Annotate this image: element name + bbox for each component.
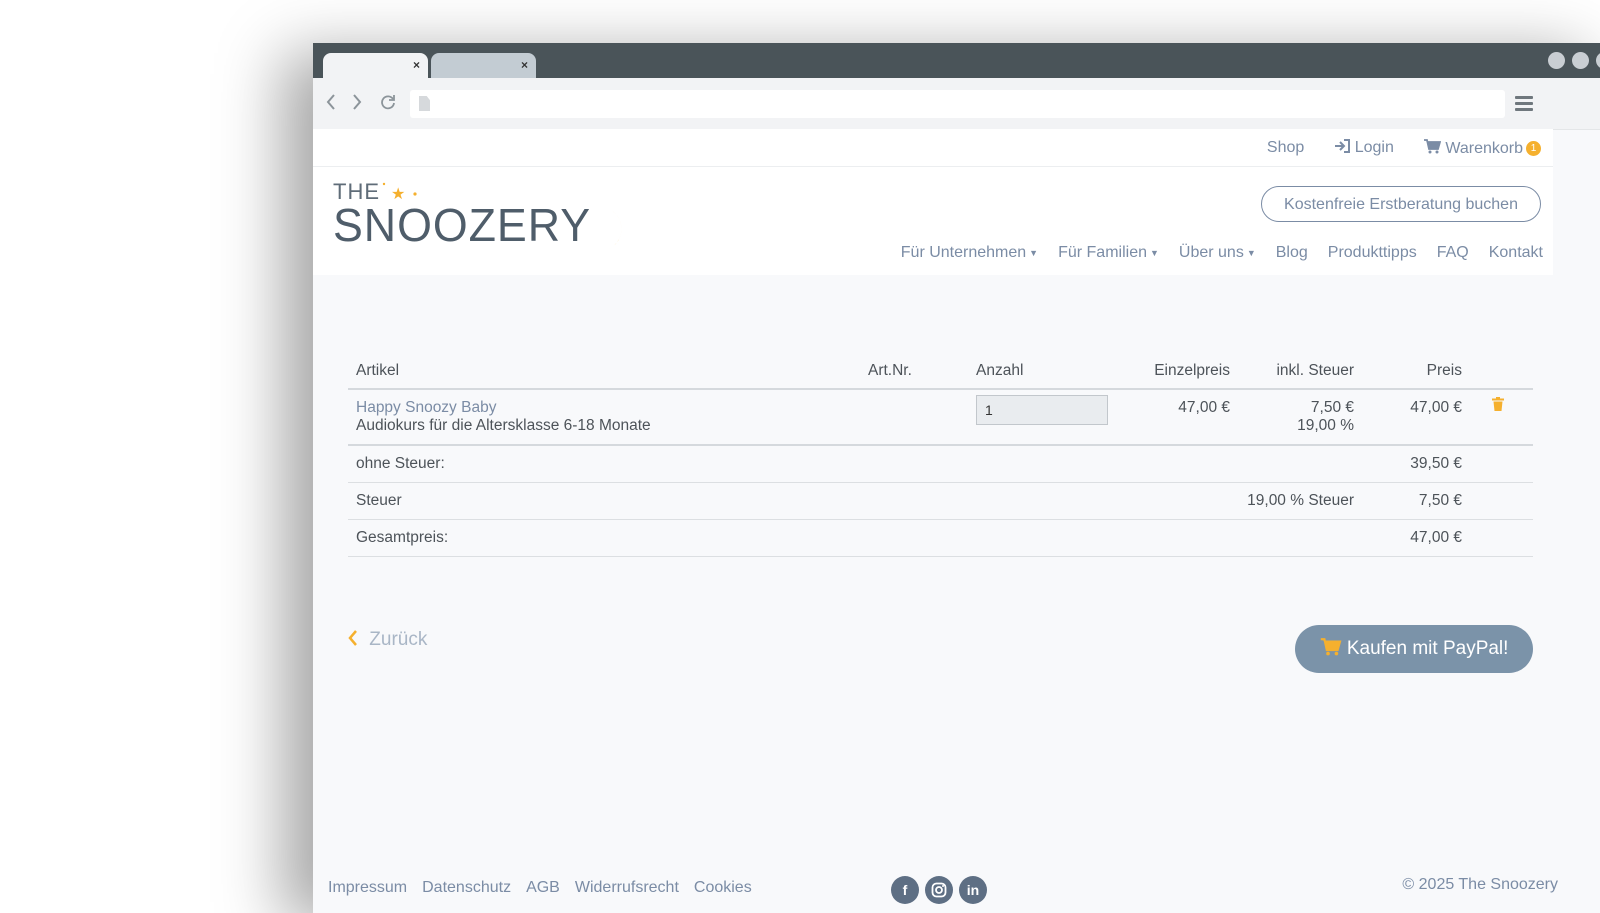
col-preis: Preis (1362, 354, 1470, 390)
nav-faq[interactable]: FAQ (1437, 244, 1469, 262)
nav-familien[interactable]: Für Familien ▼ (1058, 244, 1159, 262)
minimize-button[interactable] (1548, 52, 1565, 69)
item-price: 47,00 € (1362, 389, 1470, 446)
back-arrow-icon[interactable] (325, 93, 337, 115)
col-einzelpreis: Einzelpreis (1118, 354, 1238, 390)
footer-link-datenschutz[interactable]: Datenschutz (422, 879, 511, 897)
footer-link-impressum[interactable]: Impressum (328, 879, 407, 897)
back-label: Zurück (369, 629, 428, 650)
nav-blog[interactable]: Blog (1276, 244, 1308, 262)
nav-produkttipps[interactable]: Produkttipps (1328, 244, 1417, 262)
main-nav: Für Unternehmen ▼ Für Familien ▼ Über uns ▼… (901, 244, 1543, 262)
caret-down-icon: ▼ (1246, 247, 1256, 258)
cart-icon (1320, 638, 1341, 656)
browser-toolbar (313, 78, 1600, 130)
cart-link[interactable]: Warenkorb 1 (1423, 139, 1541, 158)
total-row: Gesamtpreis: 47,00 € (348, 519, 1533, 557)
col-artikel: Artikel (348, 354, 860, 390)
tax-value: 7,50 € (1362, 482, 1470, 520)
nav-unternehmen[interactable]: Für Unternehmen ▼ (901, 244, 1038, 262)
caret-down-icon: ▼ (1029, 247, 1039, 258)
tax-rate-label: 19,00 % Steuer (1238, 482, 1362, 520)
page-icon (419, 96, 430, 111)
top-bar: Shop Login Warenkorb 1 (313, 129, 1553, 167)
site-footer: Impressum Datenschutz AGB Widerrufsrecht… (328, 876, 1558, 909)
window-controls (1548, 52, 1600, 69)
reload-icon[interactable] (379, 93, 397, 115)
tax-label: Steuer (348, 482, 1238, 520)
col-actions (1470, 354, 1533, 390)
tax-amount: 7,50 € (1310, 399, 1354, 416)
total-label: Gesamtpreis: (348, 519, 1362, 557)
footer-link-agb[interactable]: AGB (526, 879, 560, 897)
cart-count-badge: 1 (1526, 141, 1541, 157)
hamburger-menu-icon[interactable] (1515, 96, 1533, 112)
back-link[interactable]: Zurück (348, 629, 427, 651)
product-description: Audiokurs für die Altersklasse 6-18 Mona… (356, 417, 651, 434)
svg-text:SNOOZERY: SNOOZERY (333, 199, 591, 251)
footer-link-cookies[interactable]: Cookies (694, 879, 752, 897)
login-icon (1335, 139, 1351, 153)
shop-link[interactable]: Shop (1267, 139, 1304, 158)
total-value: 47,00 € (1362, 519, 1470, 557)
cart-icon (1423, 139, 1442, 154)
trash-icon[interactable] (1492, 397, 1504, 411)
browser-tab-active[interactable]: × (323, 53, 428, 78)
col-steuer: inkl. Steuer (1238, 354, 1362, 390)
tax-rate: 19,00 % (1297, 417, 1354, 434)
login-label: Login (1354, 139, 1394, 156)
close-window-button[interactable] (1596, 52, 1600, 69)
maximize-button[interactable] (1572, 52, 1589, 69)
tax-row: Steuer 19,00 % Steuer 7,50 € (348, 482, 1533, 520)
browser-window: × × Shop Login Warenkorb 1 THE ★ SNOOZER… (313, 43, 1600, 913)
free-consultation-button[interactable]: Kostenfreie Erstberatung buchen (1261, 186, 1541, 222)
col-artnr: Art.Nr. (860, 354, 968, 390)
browser-tab[interactable]: × (431, 53, 536, 78)
nav-ueber-uns[interactable]: Über uns ▼ (1179, 244, 1256, 262)
chevron-left-icon (348, 630, 357, 646)
quantity-input[interactable] (976, 395, 1108, 425)
net-label: ohne Steuer: (348, 445, 1362, 483)
tab-close-icon[interactable]: × (521, 58, 528, 72)
cart-label: Warenkorb (1445, 140, 1523, 157)
login-link[interactable]: Login (1334, 139, 1394, 158)
net-row: ohne Steuer: 39,50 € (348, 445, 1533, 483)
snoozery-logo[interactable]: THE ★ SNOOZERY (333, 177, 623, 257)
site-header: THE ★ SNOOZERY Kostenfreie Erstberatung … (313, 167, 1553, 275)
cart-content: Artikel Art.Nr. Anzahl Einzelpreis inkl.… (348, 354, 1533, 673)
nav-label: Für Unternehmen (900, 244, 1027, 261)
nav-label: Über uns (1178, 244, 1244, 261)
nav-kontakt[interactable]: Kontakt (1489, 244, 1543, 262)
footer-link-widerrufsrecht[interactable]: Widerrufsrecht (575, 879, 679, 897)
cart-item-row: Happy Snoozy Baby Audiokurs für die Alte… (348, 389, 1533, 446)
buy-with-paypal-button[interactable]: Kaufen mit PayPal! (1295, 625, 1533, 673)
cart-header-row: Artikel Art.Nr. Anzahl Einzelpreis inkl.… (348, 354, 1533, 390)
forward-arrow-icon[interactable] (351, 93, 363, 115)
tab-close-icon[interactable]: × (413, 58, 420, 72)
address-bar[interactable] (410, 90, 1505, 118)
tab-bar: × × (313, 43, 1600, 78)
buy-label: Kaufen mit PayPal! (1346, 638, 1509, 659)
unit-price: 47,00 € (1118, 389, 1238, 446)
col-anzahl: Anzahl (968, 354, 1118, 390)
product-artnr (860, 389, 968, 446)
nav-label: Für Familien (1058, 244, 1147, 261)
cart-table: Artikel Art.Nr. Anzahl Einzelpreis inkl.… (348, 354, 1533, 557)
product-link[interactable]: Happy Snoozy Baby (356, 399, 852, 417)
net-value: 39,50 € (1362, 445, 1470, 483)
copyright: © 2025 The Snoozery (1402, 876, 1558, 893)
caret-down-icon: ▼ (1149, 247, 1159, 258)
